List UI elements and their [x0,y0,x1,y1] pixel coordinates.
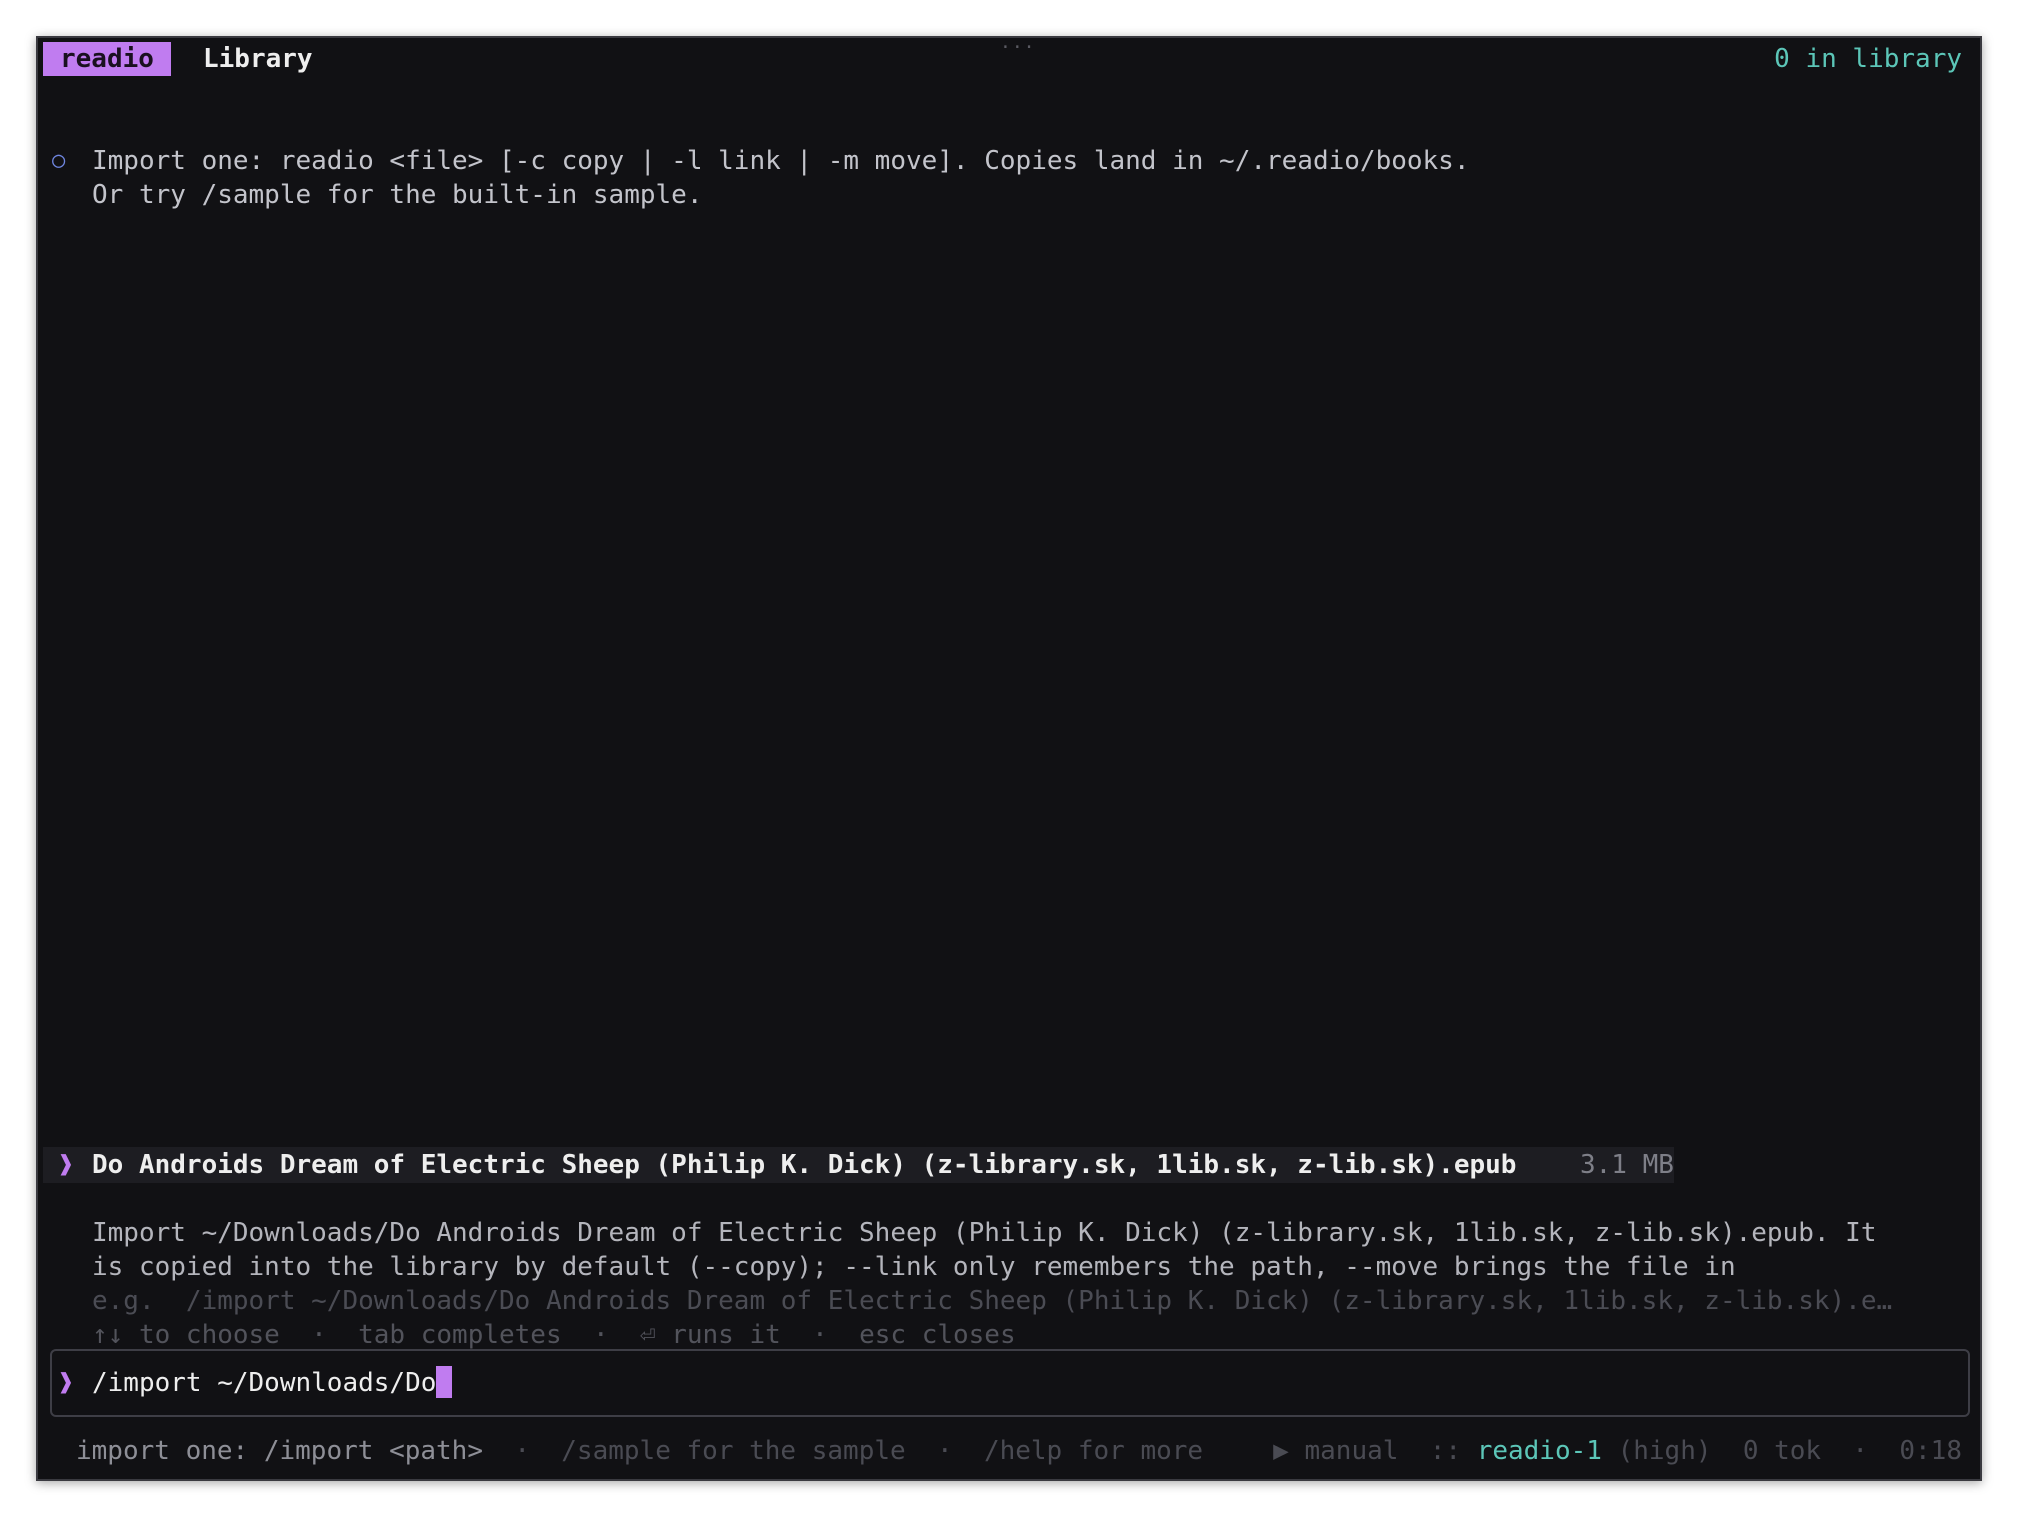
command-input[interactable]: /import ~/Downloads/Do [92,1366,453,1400]
status-sample-hint: /sample for the sample [561,1436,906,1466]
info-message-line-2: Or try /sample for the built-in sample. [92,180,703,210]
play-icon: ▶ [1273,1436,1289,1466]
hint-esc-close: esc closes [859,1320,1016,1350]
prompt-chevron-icon: ❱ [58,1368,74,1398]
info-circle-icon: ○ [52,148,66,173]
hint-separator: · [812,1320,828,1350]
status-bar-left: import one: /import <path> · /sample for… [76,1434,1203,1468]
status-bar-right: ▶ manual :: readio-1 (high) 0 tok · 0:18 [1273,1434,1962,1468]
status-help-hint: /help for more [983,1436,1204,1466]
status-import-hint: import one: /import <path> [76,1436,483,1466]
app-brand-badge: readio [43,42,171,76]
status-elapsed: 0:18 [1899,1436,1962,1466]
completion-description-line-1: Import ~/Downloads/Do Androids Dream of … [92,1218,1877,1248]
completion-item-size: 3.1 MB [1580,1150,1674,1180]
hint-tab-complete: tab completes [358,1320,562,1350]
completion-item-filename[interactable]: Do Androids Dream of Electric Sheep (Phi… [92,1148,1516,1182]
status-model-name[interactable]: readio-1 [1477,1436,1602,1466]
status-tokens: 0 tok [1742,1436,1822,1466]
hint-separator: · [592,1320,609,1350]
page-title: Library [203,44,313,74]
hint-choose: ↑↓ to choose [92,1320,280,1350]
status-effort: (high) [1617,1436,1712,1466]
completion-description-line-2: is copied into the library by default (-… [92,1252,1736,1282]
drag-handle-icon[interactable]: ··· [1000,39,1036,57]
completion-example: e.g. /import ~/Downloads/Do Androids Dre… [92,1286,1893,1316]
terminal-window: ··· readio Library 0 in library ○ Import… [36,36,1982,1481]
status-separator: · [936,1436,953,1466]
status-mode[interactable]: manual [1304,1436,1398,1466]
selection-caret-icon: ❱ [58,1150,74,1180]
text-cursor [436,1366,453,1398]
status-separator: · [1852,1436,1869,1466]
hint-run: ⏎ runs it [639,1320,781,1350]
status-model-separator: :: [1429,1436,1462,1466]
info-message-line-1: Import one: readio <file> [-c copy | -l … [92,146,1470,176]
status-separator: · [514,1436,530,1466]
command-input-value[interactable]: /import ~/Downloads/Do [92,1368,436,1398]
completion-key-hints: ↑↓ to choose · tab completes · ⏎ runs it… [92,1318,1016,1352]
hint-separator: · [311,1320,327,1350]
library-count: 0 in library [1774,44,1962,74]
